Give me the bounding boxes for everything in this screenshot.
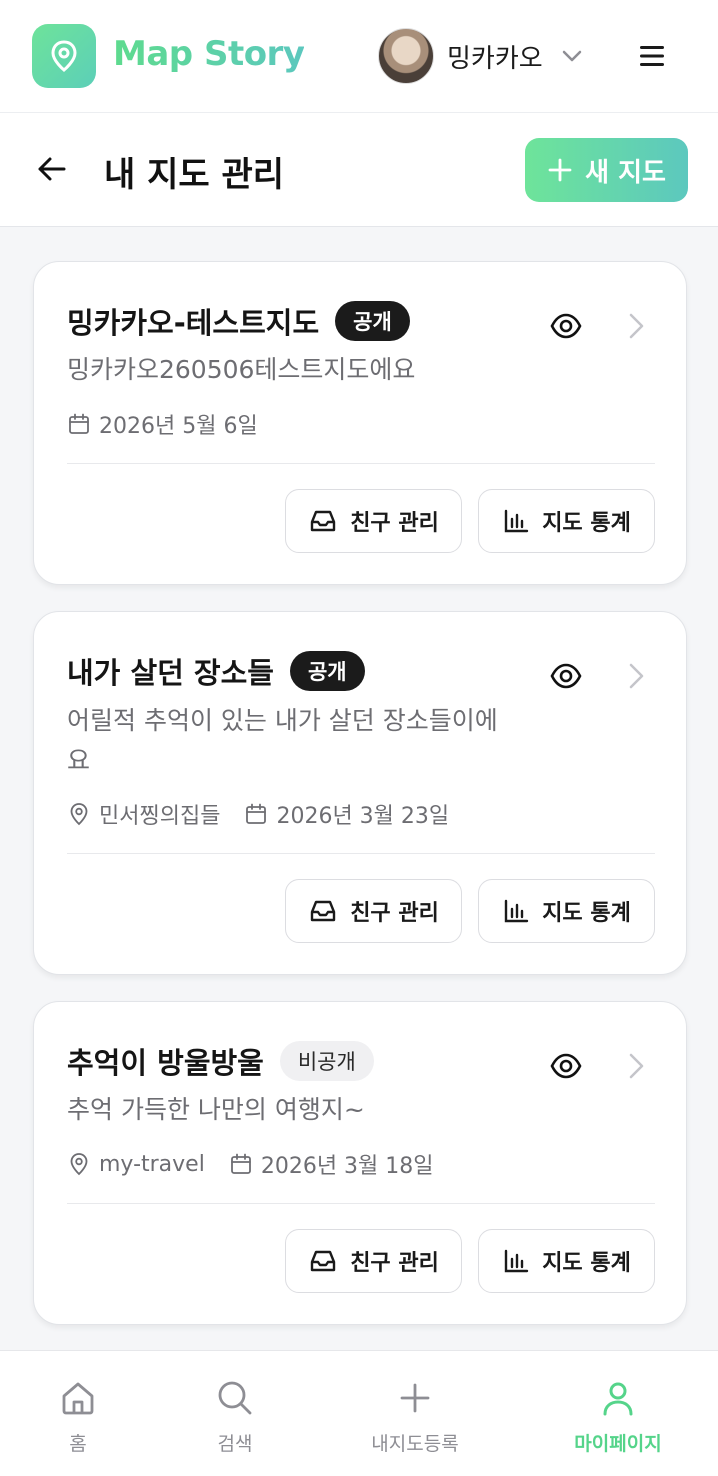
nav-mypage-label: 마이페이지 [574, 1433, 662, 1455]
friends-manage-button[interactable]: 친구 관리 [285, 1229, 462, 1293]
card-title-row: 내가 살던 장소들 공개 [67, 650, 365, 692]
map-date-text: 2026년 5월 6일 [99, 414, 258, 439]
friends-manage-label: 친구 관리 [350, 1251, 439, 1276]
calendar-icon [69, 413, 89, 434]
map-description: 밍카카오260506테스트지도에요 [67, 355, 416, 384]
map-meta: my-travel 2026년 3월 18일 [67, 1148, 434, 1180]
map-title: 내가 살던 장소들 [67, 656, 274, 690]
map-stats-button[interactable]: 지도 통계 [478, 1229, 655, 1293]
map-pin-icon [51, 40, 77, 72]
avatar[interactable] [378, 28, 434, 84]
nav-home-label: 홈 [69, 1433, 87, 1455]
card-title-row: 추억이 방울방울 비공개 [67, 1040, 374, 1082]
eye-icon[interactable] [550, 310, 582, 342]
search-icon [218, 1381, 252, 1415]
logo[interactable] [32, 24, 96, 88]
nav-register-map-label: 내지도등록 [371, 1433, 459, 1455]
home-icon [62, 1382, 94, 1415]
map-card[interactable]: 밍카카오-테스트지도 공개 밍카카오260506테스트지도에요 2026년 5월… [33, 261, 687, 585]
map-stats-label: 지도 통계 [542, 901, 631, 926]
map-date: 2026년 3월 23일 [244, 798, 449, 830]
map-stats-button[interactable]: 지도 통계 [478, 489, 655, 553]
username[interactable]: 밍카카오 [447, 38, 543, 75]
nav-home[interactable]: 홈 [0, 1351, 168, 1476]
map-date: 2026년 3월 18일 [229, 1148, 434, 1180]
friends-manage-label: 친구 관리 [350, 901, 439, 926]
new-map-button[interactable]: 새 지도 [525, 138, 688, 202]
user-icon [603, 1382, 633, 1416]
map-stats-button[interactable]: 지도 통계 [478, 879, 655, 943]
bar-chart-icon [504, 899, 529, 923]
map-pin-icon [70, 1153, 88, 1176]
map-location: my-travel [67, 1152, 205, 1177]
map-card[interactable]: 내가 살던 장소들 공개 어릴적 추억이 있는 내가 살던 장소들이에요 민서찡… [33, 611, 687, 975]
map-meta: 2026년 5월 6일 [67, 408, 258, 440]
chevron-right-icon[interactable] [624, 312, 648, 340]
map-stats-label: 지도 통계 [542, 511, 631, 536]
map-location: 민서찡의집들 [67, 798, 220, 830]
nav-search[interactable]: 검색 [145, 1351, 325, 1476]
friends-manage-button[interactable]: 친구 관리 [285, 489, 462, 553]
bar-chart-icon [504, 1249, 529, 1273]
top-header: Map Story 밍카카오 [0, 0, 718, 113]
divider [67, 853, 655, 854]
friends-manage-label: 친구 관리 [350, 511, 439, 536]
menu-icon[interactable] [638, 42, 666, 70]
map-date: 2026년 5월 6일 [67, 408, 258, 440]
map-description: 어릴적 추억이 있는 내가 살던 장소들이에요 [67, 706, 498, 775]
calendar-icon [230, 1153, 251, 1174]
eye-icon[interactable] [550, 1050, 582, 1082]
chevron-right-icon[interactable] [624, 662, 648, 690]
divider [67, 1203, 655, 1204]
bar-chart-icon [504, 509, 529, 533]
calendar-icon [246, 803, 267, 824]
map-location-text: 민서찡의집들 [99, 804, 221, 829]
visibility-badge: 비공개 [279, 1041, 374, 1081]
divider [67, 463, 655, 464]
visibility-badge: 공개 [289, 651, 365, 691]
map-title: 추억이 방울방울 [67, 1046, 264, 1080]
map-location-text: my-travel [99, 1151, 205, 1177]
new-map-label: 새 지도 [585, 157, 666, 188]
inbox-icon [310, 900, 336, 922]
chevron-down-icon[interactable] [560, 44, 584, 68]
inbox-icon [310, 510, 336, 532]
map-title: 밍카카오-테스트지도 [67, 306, 320, 340]
brand-name[interactable]: Map Story [113, 34, 305, 74]
nav-register-map[interactable]: 내지도등록 [325, 1351, 505, 1476]
friends-manage-button[interactable]: 친구 관리 [285, 879, 462, 943]
plus-icon [400, 1383, 430, 1413]
map-card[interactable]: 추억이 방울방울 비공개 추억 가득한 나만의 여행지~ my-travel 2… [33, 1001, 687, 1325]
map-pin-icon [70, 803, 88, 826]
back-arrow-icon[interactable] [34, 151, 70, 187]
map-date-text: 2026년 3월 18일 [260, 1154, 434, 1179]
map-meta: 민서찡의집들 2026년 3월 23일 [67, 798, 449, 830]
map-description: 추억 가득한 나만의 여행지~ [67, 1095, 365, 1124]
card-title-row: 밍카카오-테스트지도 공개 [67, 300, 410, 342]
chevron-right-icon[interactable] [624, 1052, 648, 1080]
plus-icon [548, 158, 572, 182]
page-header: 내 지도 관리 새 지도 [0, 113, 718, 227]
bottom-navigation: 홈 검색 내지도등록 마이페이지 [0, 1350, 718, 1476]
nav-search-label: 검색 [217, 1433, 253, 1455]
page-title: 내 지도 관리 [104, 155, 285, 195]
eye-icon[interactable] [550, 660, 582, 692]
visibility-badge: 공개 [335, 301, 410, 341]
inbox-icon [310, 1250, 336, 1272]
map-date-text: 2026년 3월 23일 [276, 804, 450, 829]
map-stats-label: 지도 통계 [542, 1251, 631, 1276]
nav-mypage[interactable]: 마이페이지 [528, 1351, 708, 1476]
